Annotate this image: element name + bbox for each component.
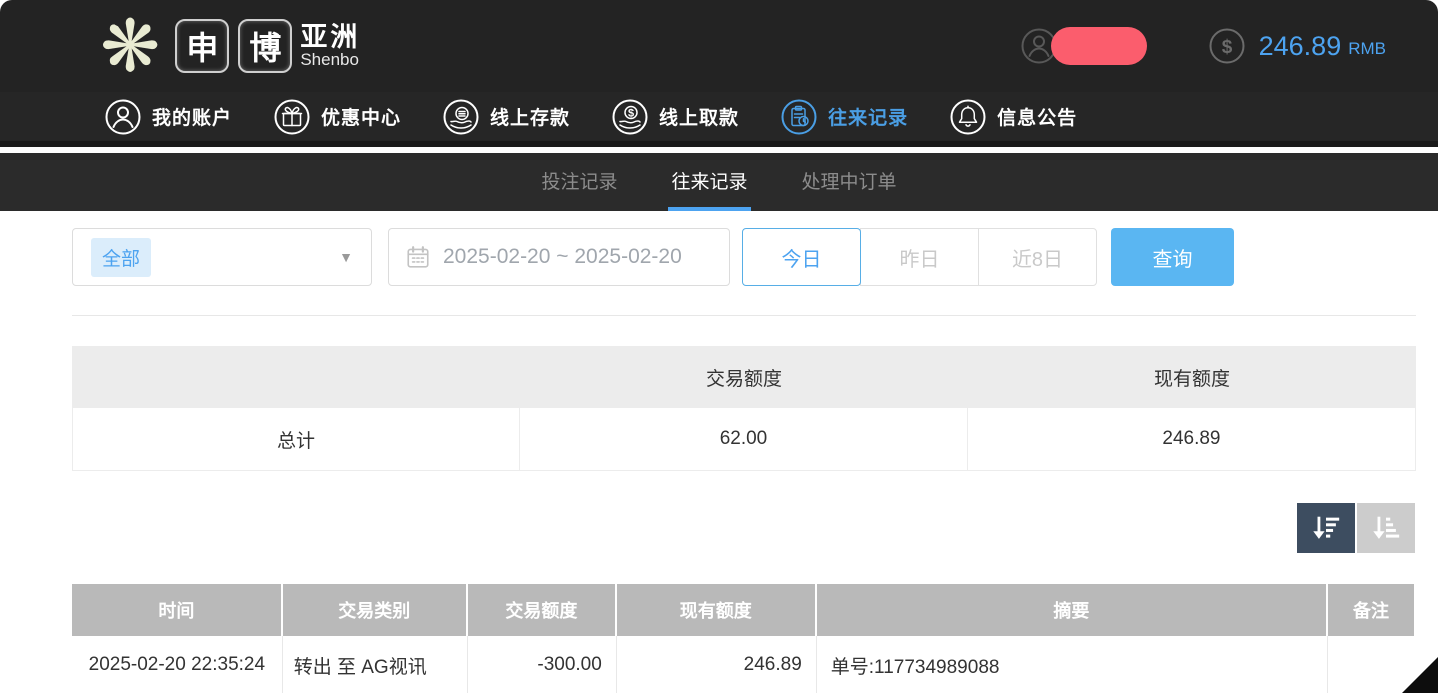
deposit-hand-coin-icon (443, 99, 479, 135)
summary-header-empty (72, 346, 520, 408)
calendar-icon (405, 244, 431, 270)
type-select-value: 全部 (91, 238, 151, 277)
chevron-down-icon: ▼ (339, 249, 353, 265)
filter-divider (72, 315, 1416, 316)
col-header-type: 交易类别 (283, 584, 468, 636)
summary-table: 交易额度 现有额度 总计 62.00 246.89 (72, 346, 1416, 471)
nav-label: 往来记录 (828, 103, 908, 130)
brand-logo[interactable]: ❋ 申 博 亚洲 Shenbo (100, 10, 360, 82)
tab-processing-orders[interactable]: 处理中订单 (799, 153, 900, 211)
nav-label: 线上取款 (659, 103, 739, 130)
cell-type: 转出 至 AG视讯 (283, 636, 468, 693)
records-clipboard-icon (781, 99, 817, 135)
balance-amount: 246.89 (1259, 31, 1342, 62)
query-button[interactable]: 查询 (1111, 228, 1234, 286)
cell-summary: 单号:117734989088 (817, 636, 1328, 693)
bell-icon (950, 99, 986, 135)
sort-ascending-icon (1370, 512, 1402, 544)
balance[interactable]: $ 246.89 RMB (1209, 28, 1386, 64)
col-header-time: 时间 (72, 584, 283, 636)
summary-header-row: 交易额度 现有额度 (72, 346, 1416, 408)
sort-descending-button[interactable] (1297, 503, 1355, 553)
col-header-current-amount: 现有额度 (617, 584, 817, 636)
tab-betting-records[interactable]: 投注记录 (538, 153, 620, 211)
date-range-value: 2025-02-20 ~ 2025-02-20 (443, 245, 682, 269)
logo-char-1: 申 (175, 19, 229, 73)
summary-total-row: 总计 62.00 246.89 (72, 408, 1416, 471)
records-table: 时间 交易类别 交易额度 现有额度 摘要 备注 2025-02-20 22:35… (72, 584, 1414, 693)
cell-current-amount: 246.89 (617, 636, 817, 693)
cell-transaction-amount: -300.00 (468, 636, 617, 693)
sort-ascending-button[interactable] (1357, 503, 1415, 553)
tab-transaction-records[interactable]: 往来记录 (668, 153, 750, 211)
svg-text:$: $ (628, 107, 634, 119)
svg-text:$: $ (1221, 37, 1232, 58)
records-header-row: 时间 交易类别 交易额度 现有额度 摘要 备注 (72, 584, 1414, 636)
col-header-summary: 摘要 (817, 584, 1328, 636)
nav-item-promotions[interactable]: 优惠中心 (274, 99, 401, 135)
logo-flower-icon: ❋ (100, 10, 160, 82)
type-select[interactable]: 全部 ▼ (72, 228, 372, 286)
sort-descending-icon (1310, 512, 1342, 544)
main-nav: 我的账户 优惠中心 线上存款 $ 线上取款 往来记录 (0, 92, 1438, 147)
nav-item-announcements[interactable]: 信息公告 (950, 99, 1077, 135)
nav-label: 优惠中心 (321, 103, 401, 130)
summary-total-label: 总计 (72, 408, 520, 471)
logo-char-2: 博 (238, 19, 292, 73)
quick-range-group: 今日 昨日 近8日 (742, 228, 1097, 286)
col-header-remark: 备注 (1328, 584, 1414, 636)
filter-bar: 全部 ▼ 2025-02-20 ~ 2025-02-20 今日 昨日 近8日 查… (72, 228, 1234, 286)
username-redacted-pill[interactable] (1051, 27, 1147, 65)
nav-item-withdraw[interactable]: $ 线上取款 (612, 99, 739, 135)
top-header: ❋ 申 博 亚洲 Shenbo $ 246.89 RMB (0, 0, 1438, 92)
nav-item-transaction-records[interactable]: 往来记录 (781, 99, 908, 135)
gift-icon (274, 99, 310, 135)
nav-item-my-account[interactable]: 我的账户 (105, 99, 232, 135)
cell-time: 2025-02-20 22:35:24 (72, 636, 283, 693)
records-subnav: 投注记录 往来记录 处理中订单 (0, 153, 1438, 211)
nav-item-deposit[interactable]: 线上存款 (443, 99, 570, 135)
logo-subtitle: Shenbo (300, 51, 360, 69)
col-header-transaction-amount: 交易额度 (468, 584, 617, 636)
date-range-input[interactable]: 2025-02-20 ~ 2025-02-20 (388, 228, 730, 286)
summary-header-transaction-amount: 交易额度 (520, 346, 968, 408)
range-yesterday-button[interactable]: 昨日 (860, 228, 979, 286)
user-icon (105, 99, 141, 135)
logo-region-text: 亚洲 (300, 23, 360, 51)
nav-label: 我的账户 (152, 103, 232, 130)
summary-current-amount: 246.89 (968, 408, 1416, 471)
summary-transaction-amount: 62.00 (520, 408, 968, 471)
corner-decoration (1402, 657, 1438, 693)
table-row: 2025-02-20 22:35:24 转出 至 AG视讯 -300.00 24… (72, 636, 1414, 693)
dollar-coin-icon: $ (1209, 28, 1245, 64)
summary-header-current-amount: 现有额度 (968, 346, 1416, 408)
sort-toolbar (1297, 503, 1415, 553)
balance-currency: RMB (1348, 33, 1386, 59)
range-last8days-button[interactable]: 近8日 (978, 228, 1097, 286)
page: ❋ 申 博 亚洲 Shenbo $ 246.89 RMB (0, 0, 1438, 693)
withdraw-hand-dollar-icon: $ (612, 99, 648, 135)
nav-label: 线上存款 (490, 103, 570, 130)
nav-label: 信息公告 (997, 103, 1077, 130)
range-today-button[interactable]: 今日 (742, 228, 861, 286)
